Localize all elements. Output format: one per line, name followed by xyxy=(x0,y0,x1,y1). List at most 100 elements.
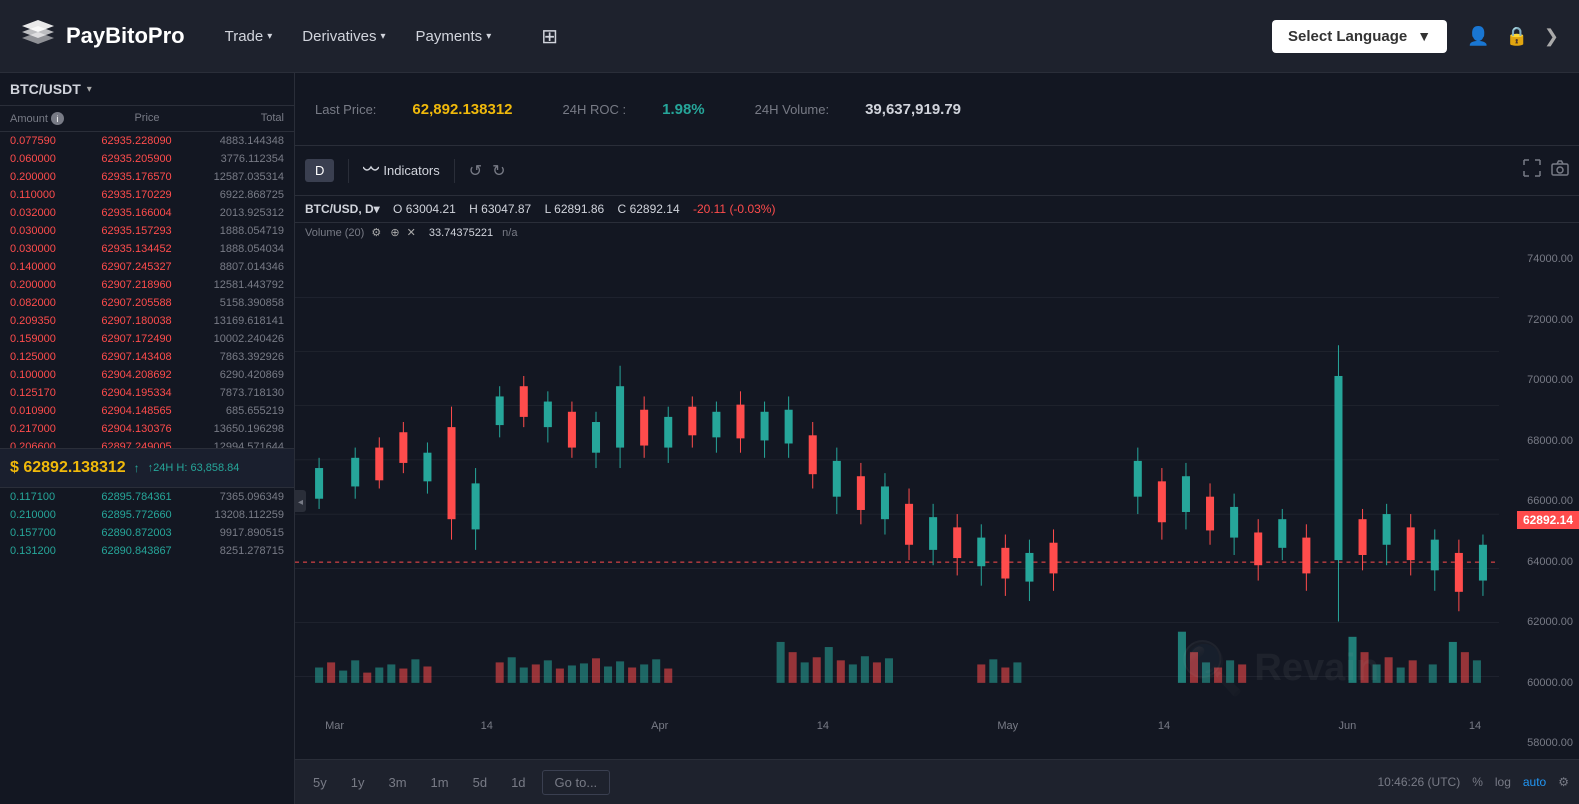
table-row[interactable]: 0.209350 62907.180038 13169.618141 xyxy=(0,312,294,330)
main-layout: BTC/USDT ▾ Amount i Price Total 0.077590… xyxy=(0,73,1579,804)
table-row[interactable]: 0.206600 62897.249005 12994.571644 xyxy=(0,438,294,448)
percent-button[interactable]: % xyxy=(1472,775,1483,789)
ohlcv-pair-label: BTC/USD, D▾ xyxy=(305,202,380,216)
table-row[interactable]: 0.030000 62935.134452 1888.054034 xyxy=(0,240,294,258)
price-scale: 74000.00 72000.00 70000.00 68000.00 6600… xyxy=(1499,243,1579,759)
current-price-label: 62892.14 xyxy=(1517,511,1579,529)
table-row[interactable]: 0.010900 62904.148565 685.655219 xyxy=(0,402,294,420)
watermark-text: Revain xyxy=(1254,647,1379,690)
vol-label: 24H Volume: xyxy=(755,102,829,117)
svg-text:Apr: Apr xyxy=(651,720,668,732)
indicators-button[interactable]: Indicators xyxy=(363,163,439,178)
table-row[interactable]: 0.140000 62907.245327 8807.014346 xyxy=(0,258,294,276)
indicators-icon xyxy=(363,165,379,177)
table-row[interactable]: 0.200000 62907.218960 12581.443792 xyxy=(0,276,294,294)
price-tick-68k: 68000.00 xyxy=(1499,435,1579,447)
collapse-left-button[interactable]: ◂ xyxy=(295,490,306,512)
table-row[interactable]: 0.157700 62890.872003 9917.890515 xyxy=(0,524,294,542)
table-row[interactable]: 0.125000 62907.143408 7863.392926 xyxy=(0,348,294,366)
last-price-label: Last Price: xyxy=(315,102,376,117)
chart-settings-button[interactable]: ⚙ xyxy=(1558,775,1569,789)
price-tick-62k: 62000.00 xyxy=(1499,616,1579,628)
volume-info-bar: Volume (20) ⚙ ⊕ ✕ 33.74375221 n/a xyxy=(295,223,1579,243)
table-row[interactable]: 0.077590 62935.228090 4883.144348 xyxy=(0,132,294,150)
table-row[interactable]: 0.217000 62904.130376 13650.196298 xyxy=(0,420,294,438)
auto-button[interactable]: auto xyxy=(1523,775,1546,789)
user-icon[interactable]: 👤 xyxy=(1467,26,1489,47)
table-row[interactable]: 0.032000 62935.166004 2013.925312 xyxy=(0,204,294,222)
svg-text:14: 14 xyxy=(817,720,829,732)
table-row[interactable]: 0.082000 62907.205588 5158.390858 xyxy=(0,294,294,312)
ticker-arrow-icon: ↑ xyxy=(134,461,140,475)
timerange-1d-button[interactable]: 1d xyxy=(503,771,533,794)
buy-order-list: 0.117100 62895.784361 7365.096349 0.2100… xyxy=(0,488,294,804)
pair-dropdown-icon: ▾ xyxy=(87,84,92,95)
fullscreen-icon xyxy=(1523,159,1541,177)
nav-payments[interactable]: Payments ▾ xyxy=(415,28,491,45)
svg-text:May: May xyxy=(997,720,1018,732)
candles-jun xyxy=(1134,345,1487,621)
timerange-5d-button[interactable]: 5d xyxy=(465,771,495,794)
right-panel: Last Price: 62,892.138312 24H ROC : 1.98… xyxy=(295,73,1579,804)
table-row[interactable]: 0.117100 62895.784361 7365.096349 xyxy=(0,488,294,506)
ticker-24h-high: ↑24H H: 63,858.84 xyxy=(148,462,240,474)
top-stats-bar: Last Price: 62,892.138312 24H ROC : 1.98… xyxy=(295,73,1579,146)
nav-trade[interactable]: Trade ▾ xyxy=(225,28,273,45)
col-total: Total xyxy=(193,112,284,125)
table-row[interactable]: 0.159000 62907.172490 10002.240426 xyxy=(0,330,294,348)
nav-trade-label: Trade xyxy=(225,28,264,45)
vol-close-icon[interactable]: ✕ xyxy=(407,227,416,239)
logo-area: PayBitoPro xyxy=(20,18,185,55)
chart-canvas-wrap: Mar 14 Apr 14 May 14 Jun 14 74000.00 720… xyxy=(295,243,1579,759)
lock-icon[interactable]: 🔒 xyxy=(1505,26,1527,47)
lang-select[interactable]: Select Language ▼ xyxy=(1272,20,1447,53)
nav-derivatives[interactable]: Derivatives ▾ xyxy=(302,28,385,45)
vol-settings-icon[interactable]: ⚙ xyxy=(371,227,381,239)
redo-button[interactable]: ↻ xyxy=(492,161,505,181)
candles-may xyxy=(785,396,1058,601)
table-row[interactable]: 0.030000 62935.157293 1888.054719 xyxy=(0,222,294,240)
nav-items: Trade ▾ Derivatives ▾ Payments ▾ ⊞ xyxy=(225,24,1272,49)
table-row[interactable]: 0.200000 62935.176570 12587.035314 xyxy=(0,168,294,186)
more-icon[interactable]: ❯ xyxy=(1544,26,1559,47)
ohlcv-o-val: 63004.21 xyxy=(406,202,456,216)
grid-icon[interactable]: ⊞ xyxy=(541,24,558,49)
undo-button[interactable]: ↺ xyxy=(469,161,482,181)
lang-select-label: Select Language xyxy=(1288,28,1407,45)
pair-name: BTC/USDT xyxy=(10,81,81,97)
table-row[interactable]: 0.210000 62895.772660 13208.112259 xyxy=(0,506,294,524)
price-tick-58k: 58000.00 xyxy=(1499,737,1579,749)
camera-button[interactable] xyxy=(1551,159,1569,182)
watermark: 🔍 Revain xyxy=(1180,638,1379,699)
table-row[interactable]: 0.060000 62935.205900 3776.112354 xyxy=(0,150,294,168)
chart-ohlcv: BTC/USD, D▾ O 63004.21 H 63047.87 L 6289… xyxy=(295,196,1579,223)
ohlcv-h-label: H xyxy=(469,202,478,216)
left-panel: BTC/USDT ▾ Amount i Price Total 0.077590… xyxy=(0,73,295,804)
price-ticker: $ 62892.138312 ↑ ↑24H H: 63,858.84 xyxy=(0,448,294,488)
timerange-1y-button[interactable]: 1y xyxy=(343,771,373,794)
pair-header[interactable]: BTC/USDT ▾ xyxy=(0,73,294,106)
timerange-3m-button[interactable]: 3m xyxy=(380,771,414,794)
svg-text:14: 14 xyxy=(481,720,493,732)
chart-toolbar: D Indicators ↺ ↻ xyxy=(295,146,1579,196)
table-row[interactable]: 0.125170 62904.195334 7873.718130 xyxy=(0,384,294,402)
table-row[interactable]: 0.131200 62890.843867 8251.278715 xyxy=(0,542,294,560)
vol-expand-icon[interactable]: ⊕ xyxy=(390,227,399,239)
timerange-1m-button[interactable]: 1m xyxy=(423,771,457,794)
col-price: Price xyxy=(101,112,192,125)
price-tick-60k: 60000.00 xyxy=(1499,677,1579,689)
table-row[interactable]: 0.110000 62935.170229 6922.868725 xyxy=(0,186,294,204)
toolbar-separator xyxy=(348,159,349,183)
goto-button[interactable]: Go to... xyxy=(542,770,611,795)
table-row[interactable]: 0.100000 62904.208692 6290.420869 xyxy=(0,366,294,384)
chart-bottom-nav: 5y 1y 3m 1m 5d 1d Go to... 10:46:26 (UTC… xyxy=(295,759,1579,804)
svg-text:14: 14 xyxy=(1469,720,1481,732)
log-button[interactable]: log xyxy=(1495,775,1511,789)
fullscreen-button[interactable] xyxy=(1523,159,1541,182)
bottom-right-controls: 10:46:26 (UTC) % log auto ⚙ xyxy=(1377,775,1569,789)
timerange-5y-button[interactable]: 5y xyxy=(305,771,335,794)
order-table-header: Amount i Price Total xyxy=(0,106,294,132)
timeframe-d-button[interactable]: D xyxy=(305,159,334,182)
sell-order-list: 0.077590 62935.228090 4883.144348 0.0600… xyxy=(0,132,294,448)
volume-val: 33.74375221 xyxy=(429,227,493,239)
